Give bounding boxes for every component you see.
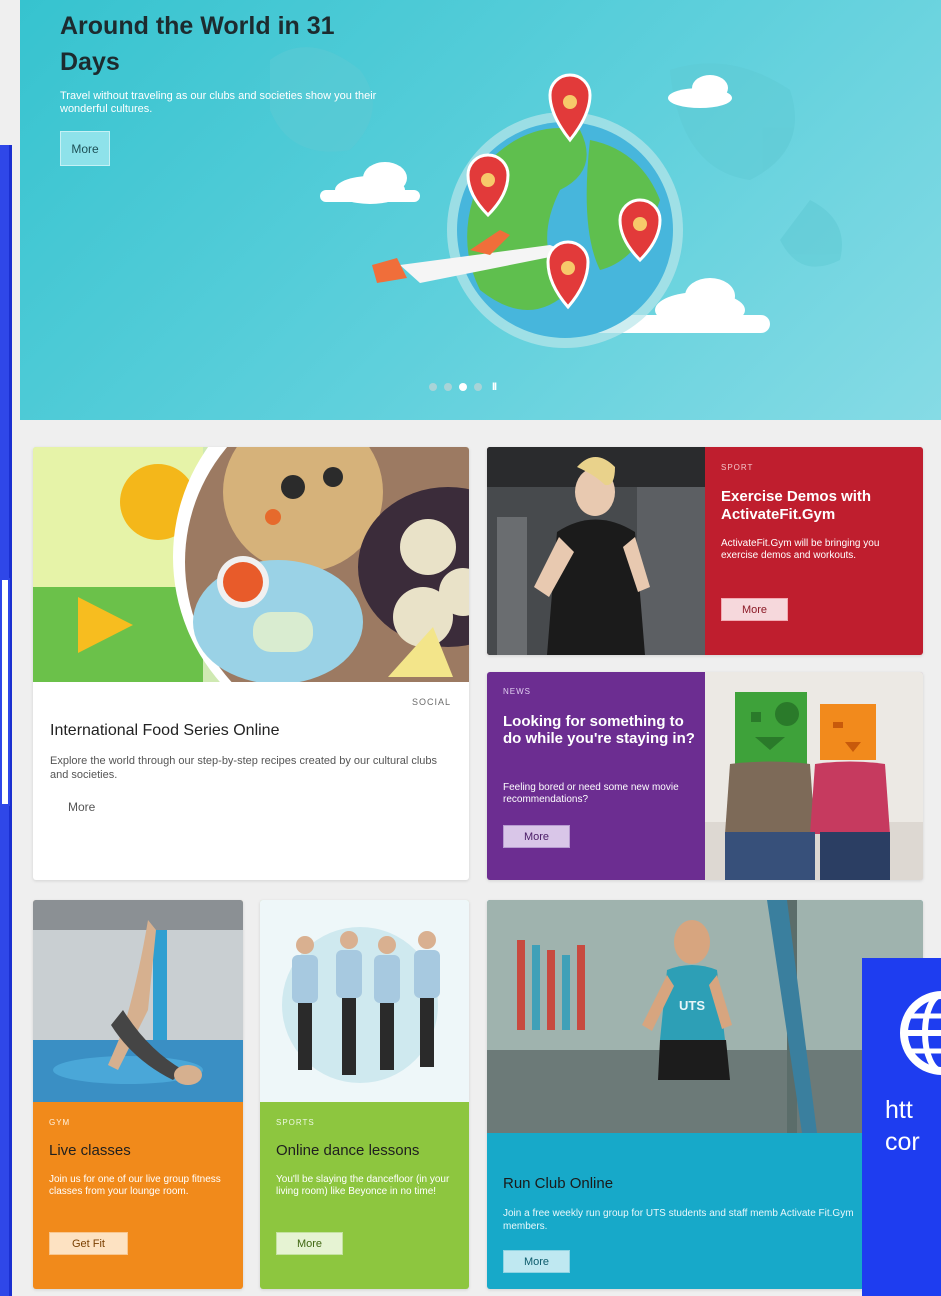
card-food-series[interactable]: SOCIAL International Food Series Online …	[33, 447, 469, 880]
dance-more-button[interactable]: More	[276, 1232, 343, 1255]
looking-more-button[interactable]: More	[503, 825, 570, 848]
run-description: Join a free weekly run group for UTS stu…	[503, 1208, 854, 1232]
gym-trainer-image	[487, 447, 705, 655]
exercise-title[interactable]: Exercise Demos with ActivateFit.Gym	[721, 488, 911, 524]
hero-description: Travel without traveling as our clubs an…	[60, 90, 377, 115]
cloud-icon	[320, 162, 420, 204]
card-dance-lessons[interactable]: SPORTS Online dance lessons You'll be sl…	[260, 900, 469, 1289]
carousel-dot[interactable]	[474, 383, 482, 391]
hero-title: Around the World in 31 Days	[60, 12, 335, 76]
live-description: Join us for one of our live group fitnes…	[49, 1174, 221, 1197]
food-title[interactable]: International Food Series Online	[50, 722, 279, 740]
side-panel-window	[0, 578, 10, 806]
card-run-club[interactable]: UTS Run Club Online Join a free weekly r…	[487, 900, 923, 1289]
box-heads-image	[705, 672, 923, 880]
food-image	[33, 447, 469, 682]
dance-title[interactable]: Online dance lessons	[276, 1142, 419, 1159]
carousel-dot[interactable]	[444, 383, 452, 391]
food-description: Explore the world through our step-by-st…	[50, 755, 438, 781]
hero-banner: Around the World in 31 Days Travel witho…	[20, 0, 941, 420]
live-title[interactable]: Live classes	[49, 1142, 131, 1159]
dance-description: You'll be slaying the dancefloor (in you…	[276, 1174, 450, 1197]
hero-more-button[interactable]: More	[60, 131, 110, 166]
shirt-text: UTS	[679, 998, 705, 1013]
get-fit-button[interactable]: Get Fit	[49, 1232, 128, 1255]
looking-description: Feeling bored or need some new movie rec…	[503, 782, 679, 805]
live-category: GYM	[49, 1118, 71, 1127]
left-side-panel	[0, 145, 12, 1296]
exercise-category: SPORT	[721, 463, 754, 472]
card-staying-in[interactable]: NEWS Looking for something to do while y…	[487, 672, 923, 880]
carousel-dots: II	[429, 381, 497, 393]
runner-image: UTS	[487, 900, 923, 1133]
yoga-image	[33, 900, 243, 1102]
run-more-button[interactable]: More	[503, 1250, 570, 1273]
dance-category: SPORTS	[276, 1118, 315, 1127]
looking-title[interactable]: Looking for something to do while you're…	[503, 713, 699, 747]
card-live-classes[interactable]: GYM Live classes Join us for one of our …	[33, 900, 243, 1289]
run-title[interactable]: Run Club Online	[503, 1175, 613, 1192]
exercise-description: ActivateFit.Gym will be bringing you exe…	[721, 538, 880, 561]
globe-icon[interactable]	[862, 958, 941, 1088]
looking-category: NEWS	[503, 687, 531, 696]
pause-icon[interactable]: II	[492, 381, 497, 393]
exercise-more-button[interactable]: More	[721, 598, 788, 621]
overlay-url-line1[interactable]: htt	[885, 1096, 913, 1125]
carousel-dot[interactable]	[429, 383, 437, 391]
dance-image	[260, 900, 469, 1102]
overlay-url-line2[interactable]: cor	[885, 1128, 920, 1157]
food-category: SOCIAL	[411, 697, 451, 707]
carousel-dot-active[interactable]	[459, 383, 467, 391]
food-more-link[interactable]: More	[68, 800, 95, 814]
share-overlay-panel[interactable]: htt cor	[862, 958, 941, 1296]
card-exercise-demos[interactable]: SPORT Exercise Demos with ActivateFit.Gy…	[487, 447, 923, 655]
